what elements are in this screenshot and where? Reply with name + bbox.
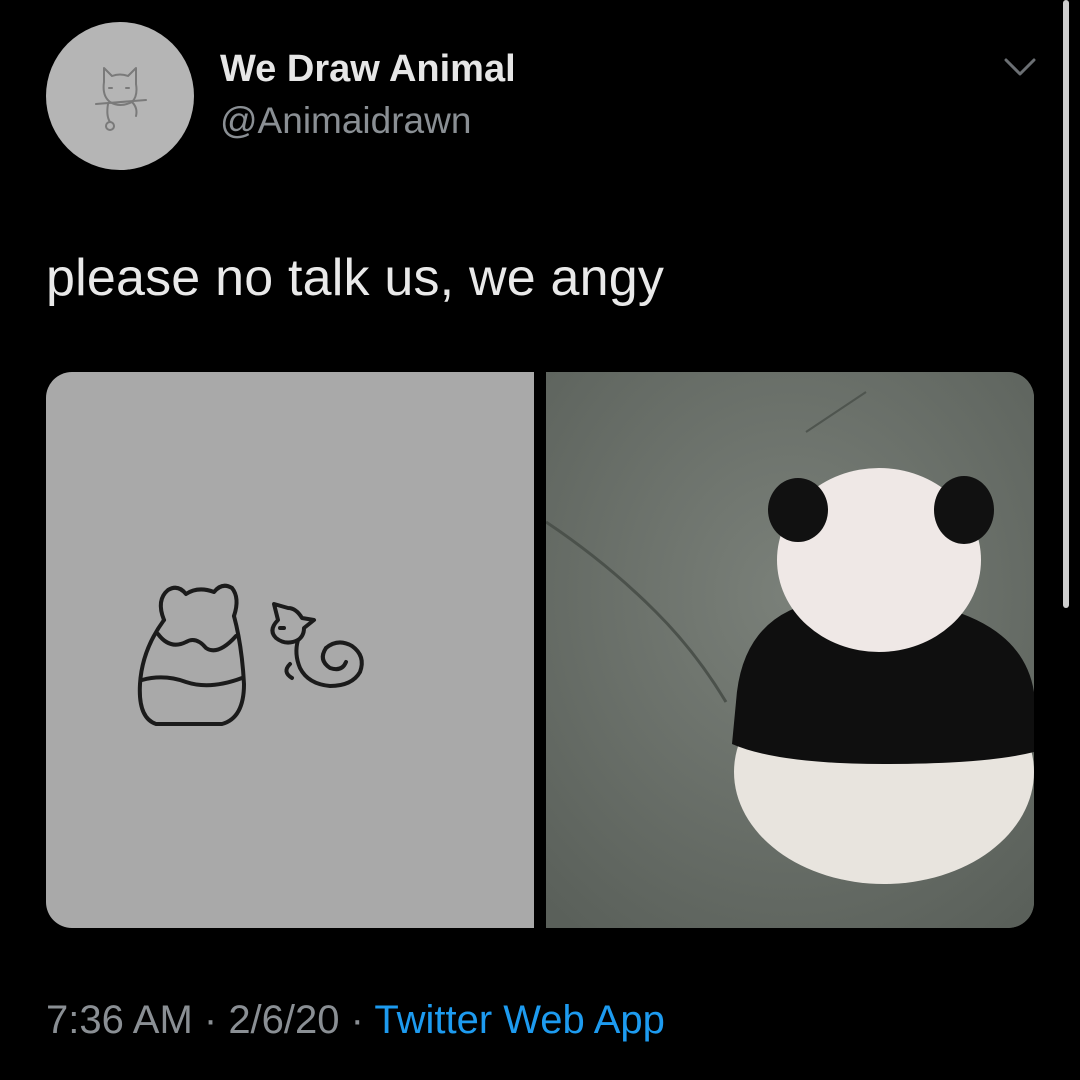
avatar[interactable] (46, 22, 194, 170)
tweet-meta: 7:36 AM · 2/6/20 · Twitter Web App (46, 998, 665, 1043)
chevron-down-icon[interactable] (1000, 52, 1040, 82)
user-handle[interactable]: @Animaidrawn (220, 100, 471, 142)
tweet-text: please no talk us, we angy (46, 249, 665, 307)
panda-and-cat-drawing-icon (137, 583, 364, 726)
media-image-photo[interactable] (545, 372, 1034, 928)
display-name[interactable]: We Draw Animal (220, 48, 516, 91)
media-grid (46, 372, 1034, 928)
panda-back-icon (545, 372, 1034, 928)
media-image-drawing[interactable] (46, 372, 534, 928)
tweet-date[interactable]: 2/6/20 (228, 998, 339, 1042)
tweet-time[interactable]: 7:36 AM (46, 998, 193, 1042)
cat-on-branch-icon (95, 67, 147, 131)
source-link[interactable]: Twitter Web App (374, 998, 665, 1042)
tweet: We Draw Animal @Animaidrawn please no ta… (0, 0, 1080, 1080)
separator: · (339, 998, 375, 1042)
scrollbar[interactable] (1063, 0, 1069, 608)
separator: · (192, 998, 229, 1042)
